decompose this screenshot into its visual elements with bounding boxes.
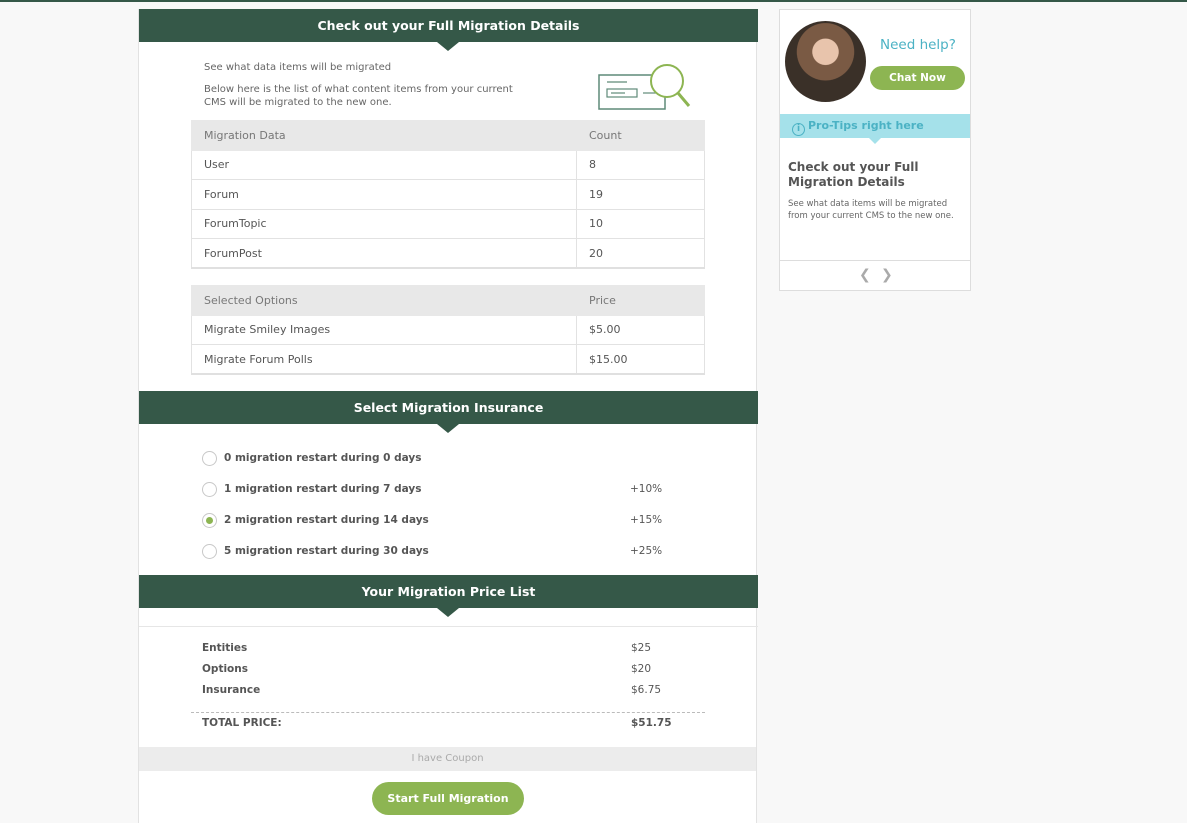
details-header-title: Check out your Full Migration Details (317, 18, 580, 33)
selected-options-table: Selected Options Price Migrate Smiley Im… (191, 285, 705, 375)
total-price-value: $51.75 (631, 717, 672, 729)
price-item-value: $25 (631, 642, 652, 654)
cell: Forum (191, 179, 577, 210)
info-icon: i (792, 123, 805, 136)
cell: 10 (576, 208, 705, 239)
insurance-option-percent: +25% (630, 545, 663, 557)
table-row: Migrate Smiley Images $5.00 (191, 314, 705, 345)
cell: ForumTopic (191, 208, 577, 239)
start-migration-button[interactable]: Start Full Migration (372, 782, 524, 815)
divider (139, 626, 758, 627)
radio-button-selected[interactable] (202, 512, 217, 528)
cell: 20 (576, 238, 705, 269)
help-panel: Need help? Chat Now i Pro-Tips right here… (779, 9, 971, 291)
coupon-link[interactable]: I have Coupon (139, 747, 756, 771)
header-notch (437, 424, 459, 433)
details-section-header: Check out your Full Migration Details (139, 9, 758, 51)
price-item-label: Options (202, 663, 248, 675)
insurance-option-percent: +15% (630, 514, 663, 526)
protips-notch (869, 138, 881, 144)
table-row: User 8 (191, 149, 705, 180)
cell: Migrate Forum Polls (191, 344, 577, 375)
protips-banner: i Pro-Tips right here (780, 114, 970, 144)
chevron-left-icon[interactable]: ❮ (859, 267, 871, 283)
insurance-header-title: Select Migration Insurance (353, 400, 544, 415)
cell: $15.00 (576, 344, 705, 375)
dashed-divider (191, 712, 705, 713)
intro-line-2: Below here is the list of what content i… (204, 84, 513, 108)
chevron-right-icon[interactable]: ❯ (881, 267, 893, 283)
tip-title: Check out your Full Migration Details (788, 160, 919, 189)
column-header: Count (576, 120, 705, 151)
radio-button[interactable] (202, 450, 217, 466)
insurance-option-0[interactable]: 0 migration restart during 0 days (202, 450, 672, 466)
price-list-section-header: Your Migration Price List (139, 575, 758, 617)
insurance-option-2[interactable]: 2 migration restart during 14 days +15% (202, 512, 672, 528)
radio-button[interactable] (202, 543, 217, 559)
insurance-option-label: 0 migration restart during 0 days (224, 452, 422, 464)
insurance-section-header: Select Migration Insurance (139, 391, 758, 433)
price-item-label: Insurance (202, 684, 261, 696)
table-header-row: Selected Options Price (191, 285, 705, 316)
insurance-option-label: 1 migration restart during 7 days (224, 483, 422, 495)
column-header: Price (576, 285, 705, 316)
cell: ForumPost (191, 238, 577, 269)
chat-now-button[interactable]: Chat Now (870, 66, 965, 90)
insurance-option-label: 2 migration restart during 14 days (224, 514, 429, 526)
table-header-row: Migration Data Count (191, 120, 705, 151)
insurance-option-percent: +10% (630, 483, 663, 495)
price-list-header-title: Your Migration Price List (361, 584, 536, 599)
price-item-label: Entities (202, 642, 248, 654)
column-header: Migration Data (191, 120, 577, 151)
need-help-title: Need help? (880, 37, 956, 53)
divider (780, 260, 970, 261)
cell: $5.00 (576, 314, 705, 345)
cell: 19 (576, 179, 705, 210)
migration-data-table: Migration Data Count User 8 Forum 19 For… (191, 120, 705, 269)
table-row: Migrate Forum Polls $15.00 (191, 344, 705, 375)
intro-line-1: See what data items will be migrated (204, 62, 392, 73)
table-row: ForumTopic 10 (191, 208, 705, 239)
radio-button[interactable] (202, 481, 217, 497)
tip-body: See what data items will be migrated fro… (788, 199, 954, 221)
header-notch (437, 42, 459, 51)
top-accent-line (0, 0, 1187, 2)
total-price-label: TOTAL PRICE: (202, 717, 282, 729)
column-header: Selected Options (191, 285, 577, 316)
price-item-value: $20 (631, 663, 652, 675)
table-row: ForumPost 20 (191, 238, 705, 269)
avatar (785, 21, 866, 102)
cell: Migrate Smiley Images (191, 314, 577, 345)
insurance-option-label: 5 migration restart during 30 days (224, 545, 429, 557)
migration-details-panel: Check out your Full Migration Details Se… (138, 9, 758, 823)
migration-illustration-icon (598, 64, 691, 110)
insurance-option-3[interactable]: 5 migration restart during 30 days +25% (202, 543, 672, 559)
protips-label: Pro-Tips right here (808, 119, 924, 132)
table-row: Forum 19 (191, 179, 705, 210)
price-item-value: $6.75 (631, 684, 662, 696)
cell: User (191, 149, 577, 180)
insurance-option-1[interactable]: 1 migration restart during 7 days +10% (202, 481, 672, 497)
header-notch (437, 608, 459, 617)
cell: 8 (576, 149, 705, 180)
